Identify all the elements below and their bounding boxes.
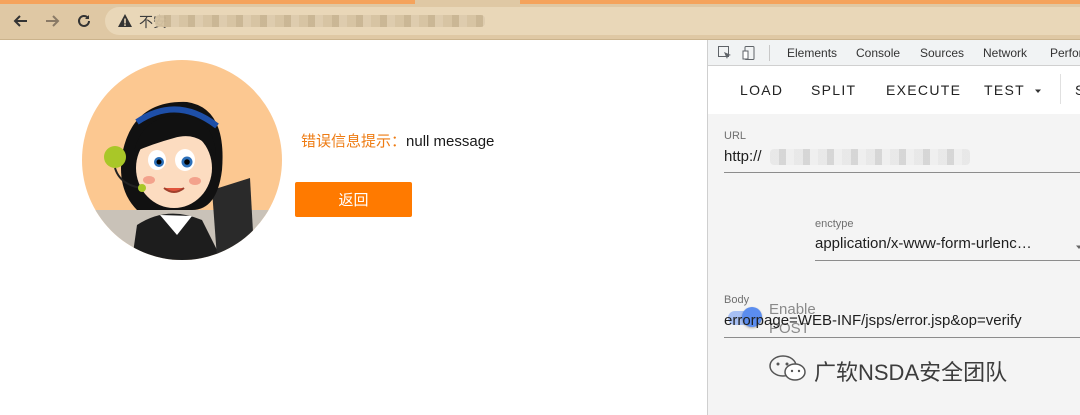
body-label: Body [724, 294, 750, 306]
tab-performance[interactable]: Perfor [1050, 46, 1080, 60]
forward-icon[interactable] [42, 11, 62, 31]
redacted-url [770, 149, 970, 165]
execute-button[interactable]: EXECUTE [886, 82, 961, 98]
test-button[interactable]: TEST [984, 82, 1025, 98]
enctype-label: enctype [815, 218, 854, 230]
error-message-line: 错误信息提示：null message [301, 130, 494, 151]
url-field[interactable]: http:// [724, 148, 762, 165]
device-toggle-icon[interactable] [742, 45, 758, 61]
tab-elements[interactable]: Elements [787, 46, 837, 60]
enctype-select[interactable]: application/x-www-form-urlenc… [815, 235, 1032, 252]
split-button[interactable]: SPLIT [811, 82, 856, 98]
tab-console[interactable]: Console [856, 46, 900, 60]
sql-button[interactable]: S [1075, 82, 1080, 98]
load-button[interactable]: LOAD [740, 82, 783, 98]
error-message: null message [406, 133, 495, 150]
error-label: 错误信息提示： [301, 133, 407, 150]
avatar [82, 60, 282, 260]
tab-sources[interactable]: Sources [920, 46, 964, 60]
back-icon[interactable] [11, 11, 31, 31]
tab-strip [0, 0, 1080, 4]
body-field[interactable]: errorpage=WEB-INF/jsps/error.jsp&op=veri… [724, 312, 1022, 329]
inspect-icon[interactable] [717, 45, 733, 61]
url-label: URL [724, 130, 747, 142]
watermark: 广软NSDA安全团队 [768, 354, 1007, 388]
redacted-url [155, 15, 485, 27]
caret-down-icon[interactable] [1033, 83, 1043, 101]
reload-icon[interactable] [74, 11, 94, 31]
back-button[interactable]: 返回 [295, 182, 412, 217]
address-bar[interactable]: 不安 [105, 7, 1080, 35]
hackbar-toolbar: LOAD SPLIT EXECUTE TEST S [708, 66, 1080, 114]
tab-network[interactable]: Network [983, 46, 1027, 60]
watermark-text: 广软NSDA安全团队 [814, 360, 1008, 385]
wechat-icon [768, 354, 808, 388]
devtools-tab-bar: Elements Console Sources Network Perfor [708, 40, 1080, 66]
warning-icon[interactable] [117, 13, 133, 29]
caret-down-icon[interactable] [1074, 239, 1080, 257]
browser-toolbar: 不安 [0, 0, 1080, 40]
